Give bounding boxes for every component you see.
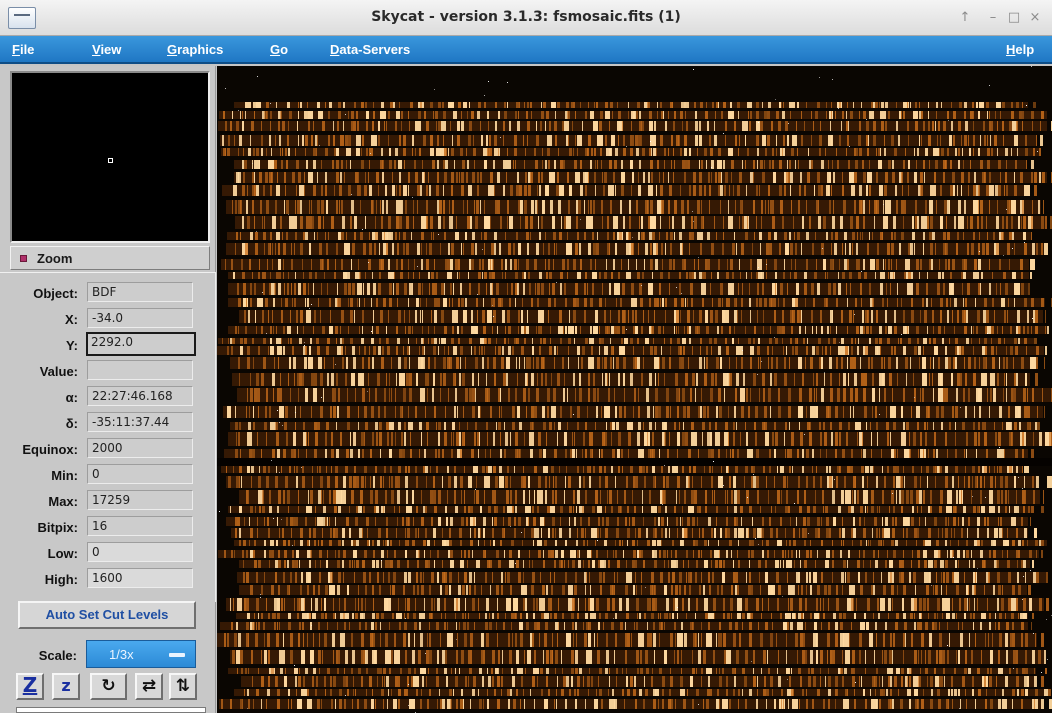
raise-window-icon[interactable]: ↑ xyxy=(957,10,973,26)
high-label: High: xyxy=(44,572,78,587)
spectral-mosaic-image xyxy=(217,66,1052,713)
menu-file[interactable]: File xyxy=(12,42,34,57)
equinox-label: Equinox: xyxy=(22,442,78,457)
info-row-alpha: α: 22:27:46.168 xyxy=(0,386,216,408)
info-row-high: High: 1600 xyxy=(0,568,216,590)
info-row-object: Object: BDF xyxy=(0,282,216,304)
menu-go-mnemonic: G xyxy=(270,42,281,57)
flip-y-button[interactable]: ⇅ xyxy=(169,673,197,700)
scale-select[interactable]: 1/3x xyxy=(86,640,196,668)
colorbar-strip xyxy=(16,707,206,713)
info-row-equinox: Equinox: 2000 xyxy=(0,438,216,460)
menu-data-servers[interactable]: Data-Servers xyxy=(330,42,410,57)
rotate-image-button[interactable]: ↻ xyxy=(90,673,127,700)
low-cut-input[interactable]: 0 xyxy=(87,542,193,562)
zoom-out-button[interactable]: z xyxy=(52,673,80,700)
object-label: Object: xyxy=(33,286,78,301)
low-label: Low: xyxy=(47,546,78,561)
y-label: Y: xyxy=(65,338,78,353)
skycat-window: Skycat - version 3.1.3: fsmosaic.fits (1… xyxy=(0,0,1052,713)
flip-x-button[interactable]: ⇄ xyxy=(135,673,163,700)
pan-window[interactable] xyxy=(10,71,210,243)
info-row-value: Value: xyxy=(0,360,216,382)
zoom-toggle-icon xyxy=(20,255,27,262)
value-label: Value: xyxy=(39,364,78,379)
window-title: Skycat - version 3.1.3: fsmosaic.fits (1… xyxy=(371,9,681,25)
menu-graphics[interactable]: Graphics xyxy=(167,42,223,57)
info-row-delta: δ: -35:11:37.44 xyxy=(0,412,216,434)
pan-position-marker[interactable] xyxy=(108,158,113,163)
menu-data-servers-mnemonic: D xyxy=(330,42,340,57)
maximize-window-icon[interactable]: □ xyxy=(1006,10,1022,26)
min-label: Min: xyxy=(51,468,78,483)
alpha-field: 22:27:46.168 xyxy=(87,386,193,406)
max-label: Max: xyxy=(48,494,78,509)
image-info-panel: Object: BDF X: -34.0 Y: 2292.0 Value: α:… xyxy=(0,272,216,602)
menu-data-servers-label: ata-Servers xyxy=(339,42,411,57)
menu-file-mnemonic: F xyxy=(12,42,20,57)
max-field: 17259 xyxy=(87,490,193,510)
info-row-bitpix: Bitpix: 16 xyxy=(0,516,216,538)
high-cut-input[interactable]: 1600 xyxy=(87,568,193,588)
bitpix-field: 16 xyxy=(87,516,193,536)
delta-label: δ: xyxy=(65,416,78,431)
alpha-label: α: xyxy=(65,390,78,405)
zoom-toggle-button[interactable]: Zoom xyxy=(10,246,210,270)
menu-graphics-mnemonic: G xyxy=(167,42,178,57)
close-window-icon[interactable]: × xyxy=(1027,10,1043,26)
menu-view[interactable]: View xyxy=(92,42,121,57)
y-field[interactable]: 2292.0 xyxy=(86,332,196,356)
auto-set-cut-levels-button[interactable]: Auto Set Cut Levels xyxy=(18,601,196,629)
info-row-low: Low: 0 xyxy=(0,542,216,564)
menu-help[interactable]: Help xyxy=(1006,42,1034,57)
info-row-y: Y: 2292.0 xyxy=(0,332,216,356)
menu-bar: File View Graphics Go Data-Servers Help xyxy=(0,36,1052,64)
control-panel: Zoom Object: BDF X: -34.0 Y: 2292.0 Valu… xyxy=(0,66,216,713)
scale-label: Scale: xyxy=(38,648,77,663)
minimize-window-icon[interactable]: – xyxy=(985,10,1001,26)
equinox-field: 2000 xyxy=(87,438,193,458)
menu-graphics-label: raphics xyxy=(177,42,224,57)
x-field: -34.0 xyxy=(87,308,193,328)
scale-value: 1/3x xyxy=(109,647,134,662)
object-field: BDF xyxy=(87,282,193,302)
menu-help-mnemonic: H xyxy=(1006,42,1016,57)
image-display-canvas[interactable] xyxy=(217,66,1052,713)
menu-view-label: iew xyxy=(100,42,122,57)
info-row-min: Min: 0 xyxy=(0,464,216,486)
menu-go-label: o xyxy=(280,42,289,57)
dropdown-bar-icon xyxy=(169,653,185,657)
min-field: 0 xyxy=(87,464,193,484)
value-field xyxy=(87,360,193,380)
menu-file-label: ile xyxy=(19,42,35,57)
menu-go[interactable]: Go xyxy=(270,42,288,57)
info-row-max: Max: 17259 xyxy=(0,490,216,512)
zoom-in-button[interactable]: Z xyxy=(16,673,44,700)
info-row-x: X: -34.0 xyxy=(0,308,216,330)
menu-help-label: elp xyxy=(1015,42,1035,57)
delta-field: -35:11:37.44 xyxy=(87,412,193,432)
title-bar: Skycat - version 3.1.3: fsmosaic.fits (1… xyxy=(0,0,1052,36)
x-label: X: xyxy=(65,312,78,327)
zoom-label: Zoom xyxy=(37,251,73,266)
bitpix-label: Bitpix: xyxy=(37,520,78,535)
